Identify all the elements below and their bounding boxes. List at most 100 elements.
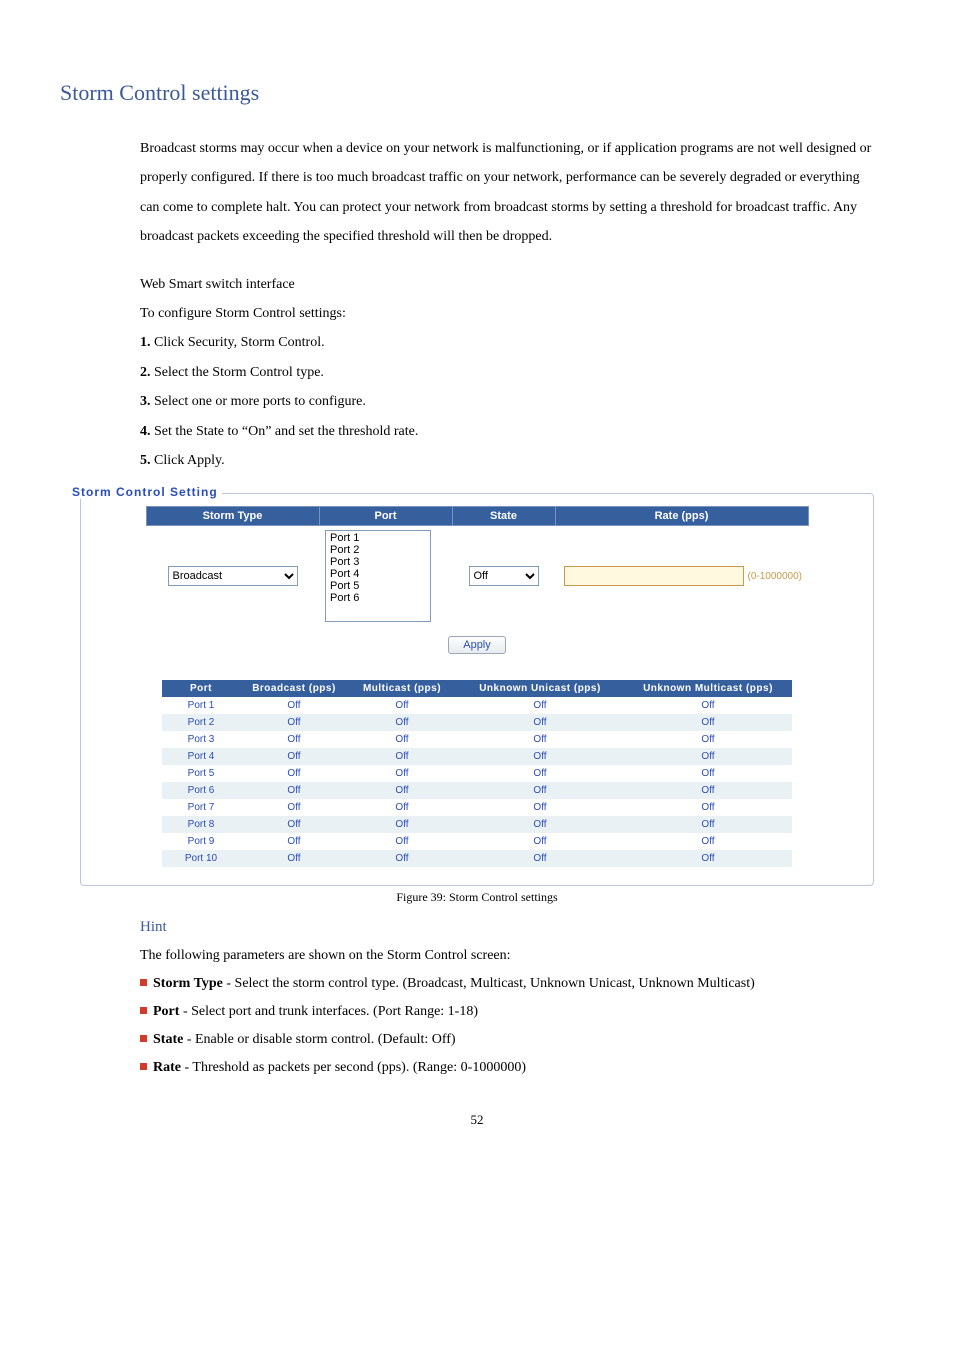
table-row: Port 10OffOffOffOff — [162, 850, 792, 867]
table-cell: Off — [348, 731, 456, 748]
hint-intro: The following parameters are shown on th… — [140, 942, 894, 970]
step-3-num: 3. — [140, 394, 151, 409]
step-5: 5. Click Apply. — [140, 446, 874, 475]
status-header-multicast: Multicast (pps) — [348, 680, 456, 697]
table-cell: Port 5 — [162, 765, 240, 782]
port-option[interactable]: Port 6 — [328, 592, 428, 604]
state-select[interactable]: Off — [469, 566, 539, 586]
table-cell: Port 2 — [162, 714, 240, 731]
step-2-num: 2. — [140, 365, 151, 380]
table-cell: Off — [348, 833, 456, 850]
table-row: Port 5OffOffOffOff — [162, 765, 792, 782]
table-cell: Off — [348, 697, 456, 714]
table-cell: Off — [624, 850, 792, 867]
hint-item-storm-type: Storm Type - Select the storm control ty… — [140, 970, 894, 998]
status-header-unknown-unicast: Unknown Unicast (pps) — [456, 680, 624, 697]
table-cell: Off — [240, 748, 348, 765]
step-5-num: 5. — [140, 453, 151, 468]
table-row: Port 1OffOffOffOff — [162, 697, 792, 714]
header-port: Port — [319, 507, 452, 526]
step-1-text: Click Security, Storm Control. — [151, 335, 325, 350]
table-cell: Port 9 — [162, 833, 240, 850]
table-row: Port 6OffOffOffOff — [162, 782, 792, 799]
table-cell: Off — [456, 816, 624, 833]
table-cell: Port 7 — [162, 799, 240, 816]
table-cell: Off — [624, 765, 792, 782]
step-1-num: 1. — [140, 335, 151, 350]
table-cell: Off — [624, 697, 792, 714]
hint-bold: State — [153, 1032, 183, 1047]
apply-button[interactable]: Apply — [448, 636, 506, 654]
port-option[interactable]: Port 1 — [328, 532, 428, 544]
table-row: Port 7OffOffOffOff — [162, 799, 792, 816]
bullet-icon — [140, 1007, 147, 1014]
rate-hint: (0-1000000) — [744, 571, 802, 582]
step-4: 4. Set the State to “On” and set the thr… — [140, 417, 874, 446]
bullet-icon — [140, 1063, 147, 1070]
hint-text: - Select the storm control type. (Broadc… — [223, 976, 755, 991]
table-cell: Port 4 — [162, 748, 240, 765]
step-3: 3. Select one or more ports to configure… — [140, 387, 874, 416]
table-cell: Off — [240, 799, 348, 816]
step-2: 2. Select the Storm Control type. — [140, 358, 874, 387]
hint-text: - Threshold as packets per second (pps).… — [181, 1060, 526, 1075]
table-cell: Off — [348, 816, 456, 833]
table-cell: Off — [240, 765, 348, 782]
table-cell: Off — [240, 731, 348, 748]
port-list[interactable]: Port 1 Port 2 Port 3 Port 4 Port 5 Port … — [325, 530, 431, 622]
rate-input[interactable] — [564, 566, 744, 586]
table-cell: Off — [348, 782, 456, 799]
table-row: Port 4OffOffOffOff — [162, 748, 792, 765]
hint-text: - Enable or disable storm control. (Defa… — [183, 1032, 455, 1047]
intro-paragraph: Broadcast storms may occur when a device… — [140, 134, 874, 252]
table-cell: Off — [456, 765, 624, 782]
header-rate: Rate (pps) — [555, 507, 808, 526]
table-cell: Off — [240, 782, 348, 799]
hint-bold: Port — [153, 1004, 179, 1019]
table-cell: Off — [624, 782, 792, 799]
port-option[interactable]: Port 5 — [328, 580, 428, 592]
header-state: State — [452, 507, 555, 526]
step-1: 1. Click Security, Storm Control. — [140, 328, 874, 357]
hint-item-rate: Rate - Threshold as packets per second (… — [140, 1054, 894, 1082]
page-number: 52 — [60, 1112, 894, 1128]
port-option[interactable]: Port 3 — [328, 556, 428, 568]
config-line: To configure Storm Control settings: — [140, 299, 874, 328]
section-title: Storm Control settings — [60, 80, 894, 106]
table-cell: Off — [348, 799, 456, 816]
config-table: Storm Type Port State Rate (pps) Broadca… — [146, 506, 809, 626]
step-3-text: Select one or more ports to configure. — [151, 394, 366, 409]
hint-heading: Hint — [140, 919, 894, 936]
table-cell: Off — [624, 833, 792, 850]
table-row: Port 3OffOffOffOff — [162, 731, 792, 748]
table-row: Port 8OffOffOffOff — [162, 816, 792, 833]
table-cell: Off — [348, 748, 456, 765]
table-cell: Port 1 — [162, 697, 240, 714]
status-table: Port Broadcast (pps) Multicast (pps) Unk… — [162, 680, 792, 867]
step-2-text: Select the Storm Control type. — [151, 365, 324, 380]
table-cell: Off — [348, 850, 456, 867]
step-4-num: 4. — [140, 424, 151, 439]
table-cell: Port 8 — [162, 816, 240, 833]
table-cell: Port 10 — [162, 850, 240, 867]
table-cell: Off — [624, 748, 792, 765]
panel-legend: Storm Control Setting — [68, 485, 222, 499]
storm-type-select[interactable]: Broadcast — [168, 566, 298, 586]
table-cell: Off — [456, 850, 624, 867]
port-option[interactable]: Port 2 — [328, 544, 428, 556]
table-cell: Port 3 — [162, 731, 240, 748]
table-cell: Off — [240, 714, 348, 731]
table-cell: Off — [456, 714, 624, 731]
hint-item-state: State - Enable or disable storm control.… — [140, 1026, 894, 1054]
table-cell: Off — [624, 816, 792, 833]
hint-text: - Select port and trunk interfaces. (Por… — [179, 1004, 478, 1019]
table-cell: Off — [624, 799, 792, 816]
status-header-broadcast: Broadcast (pps) — [240, 680, 348, 697]
bullet-icon — [140, 1035, 147, 1042]
interface-line: Web Smart switch interface — [140, 270, 874, 299]
table-row: Port 2OffOffOffOff — [162, 714, 792, 731]
figure-caption: Figure 39: Storm Control settings — [60, 890, 894, 905]
bullet-icon — [140, 979, 147, 986]
port-option[interactable]: Port 4 — [328, 568, 428, 580]
table-cell: Off — [456, 782, 624, 799]
